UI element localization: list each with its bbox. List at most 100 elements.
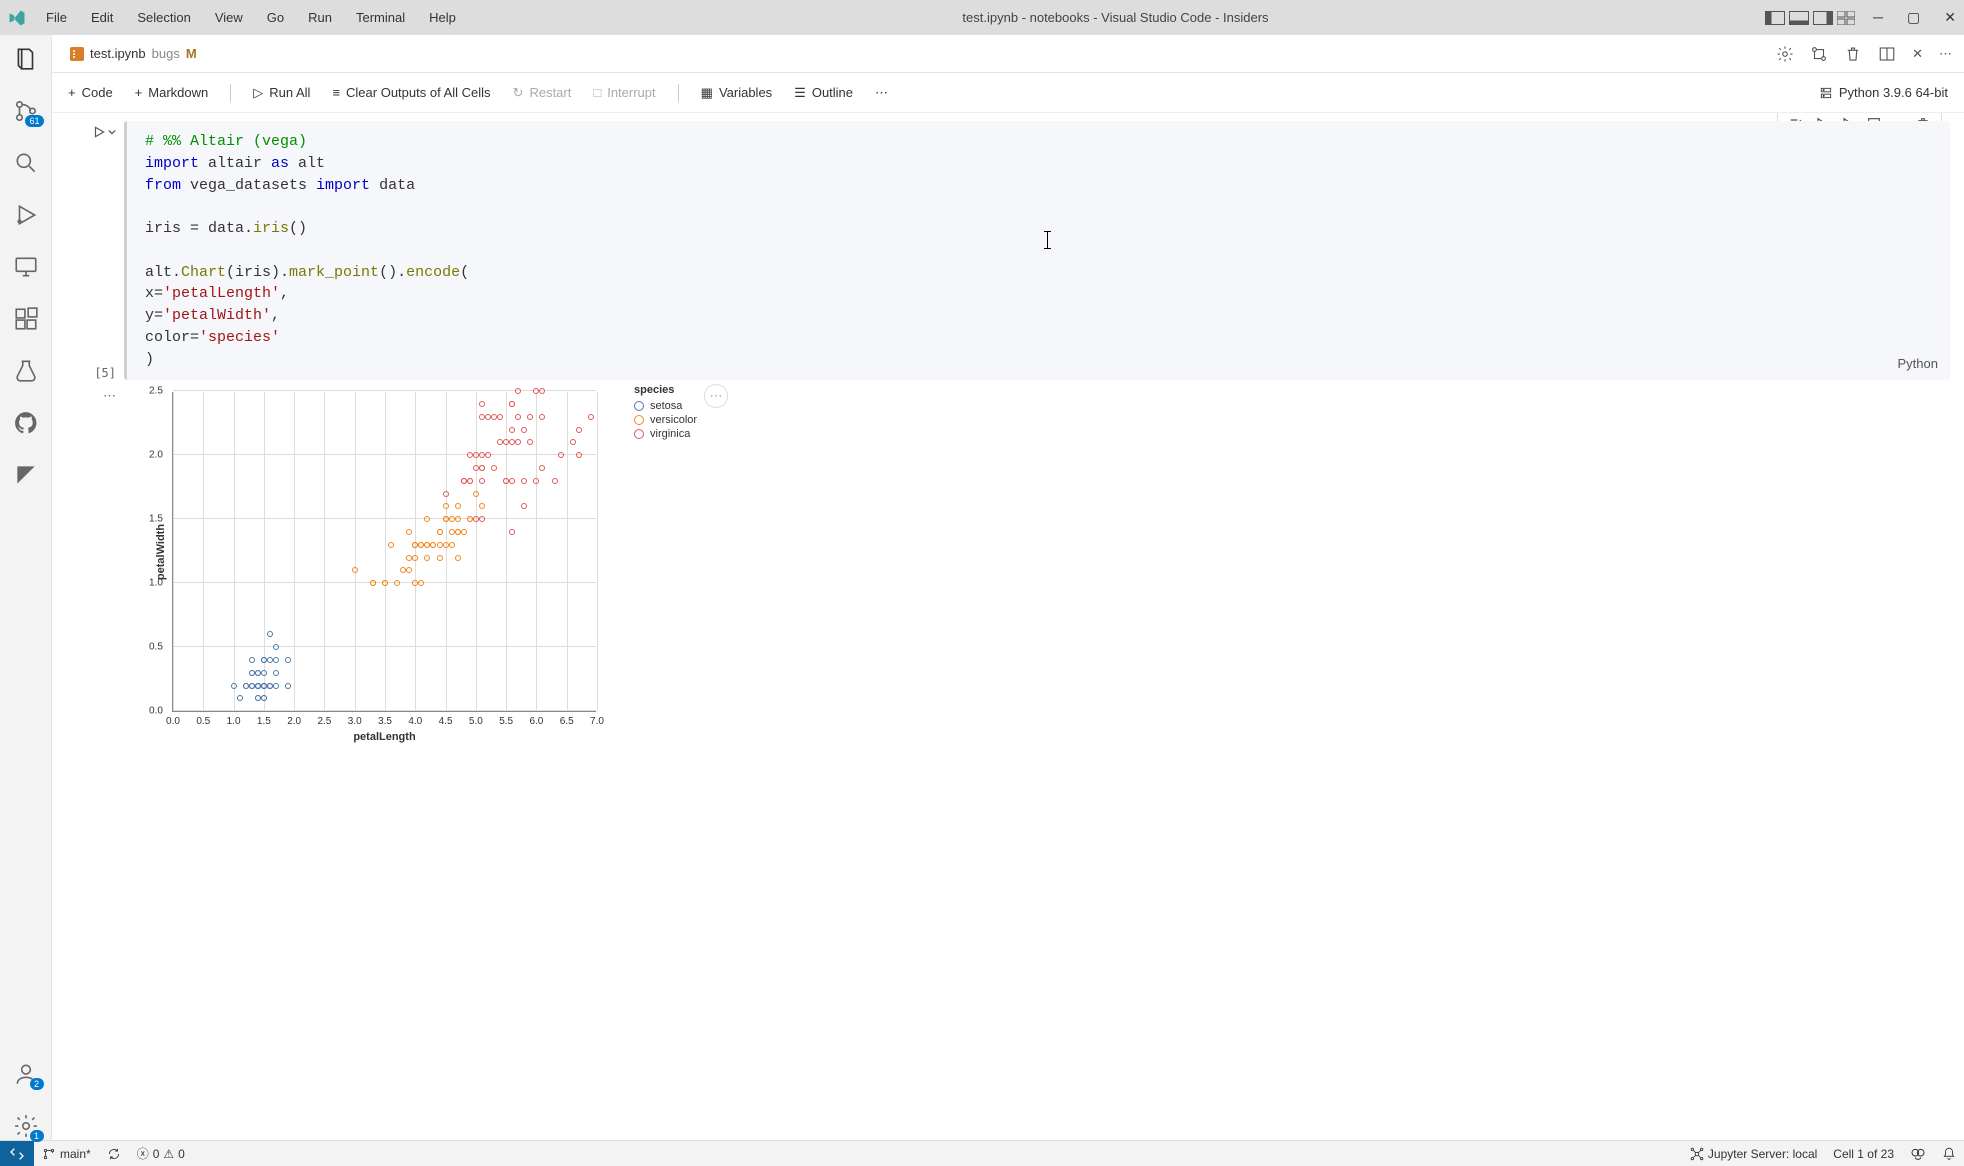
- settings-icon[interactable]: 1: [12, 1112, 40, 1140]
- error-icon: ⓧ: [137, 1145, 149, 1162]
- extensions-icon[interactable]: [12, 305, 40, 333]
- clear-outputs-button[interactable]: ≡Clear Outputs of All Cells: [332, 85, 490, 100]
- legend-item-versicolor: versicolor: [634, 414, 697, 426]
- run-cell-button[interactable]: [92, 125, 116, 139]
- more-tab-actions-icon[interactable]: ⋯: [1939, 46, 1952, 62]
- add-markdown-button[interactable]: +Markdown: [135, 85, 209, 100]
- warning-icon: ⚠: [163, 1147, 174, 1161]
- output-menu-icon[interactable]: ⋯: [103, 388, 116, 754]
- close-button[interactable]: ✕: [1944, 9, 1956, 26]
- accounts-icon[interactable]: 2: [12, 1060, 40, 1088]
- run-all-icon: ▷: [253, 85, 263, 101]
- window-title: test.ipynb - notebooks - Visual Studio C…: [466, 10, 1765, 25]
- clear-icon: ≡: [332, 85, 340, 100]
- outline-button[interactable]: ☰Outline: [794, 85, 853, 101]
- feedback-icon[interactable]: [1902, 1146, 1934, 1162]
- notebook-body[interactable]: ⋯ [5] # %% Altair (vega)import altair as…: [52, 113, 1964, 1140]
- menu-help[interactable]: Help: [419, 6, 466, 29]
- trash-icon[interactable]: [1844, 45, 1862, 63]
- remote-explorer-icon[interactable]: [12, 253, 40, 281]
- split-editor-icon[interactable]: [1878, 45, 1896, 63]
- code-editor[interactable]: # %% Altair (vega)import altair as altfr…: [124, 121, 1950, 380]
- variables-icon: ▦: [701, 85, 713, 101]
- cell-output: ⋯ petalLength petalWidth 0.00.51.01.52.0…: [66, 384, 1950, 754]
- plus-icon: +: [68, 85, 76, 100]
- activity-bar: 61 2 1: [0, 35, 52, 1140]
- tab-test-ipynb[interactable]: test.ipynb bugs M: [64, 46, 203, 61]
- legend-item-setosa: setosa: [634, 400, 697, 412]
- menu-run[interactable]: Run: [298, 6, 342, 29]
- notebook-file-icon: [70, 47, 84, 61]
- restart-icon: ↻: [513, 85, 524, 101]
- vscode-insiders-icon: [8, 9, 26, 27]
- github-icon[interactable]: [12, 409, 40, 437]
- cell-position-indicator[interactable]: Cell 1 of 23: [1825, 1146, 1902, 1162]
- run-all-button[interactable]: ▷Run All: [253, 85, 310, 101]
- separator: [678, 84, 679, 102]
- chart-output: petalLength petalWidth 0.00.51.01.52.02.…: [124, 384, 697, 754]
- menu-bar: File Edit Selection View Go Run Terminal…: [36, 6, 466, 29]
- layout-right-icon[interactable]: [1813, 11, 1833, 25]
- layout-bottom-icon[interactable]: [1789, 11, 1809, 25]
- restart-button[interactable]: ↻Restart: [513, 85, 572, 101]
- legend-item-virginica: virginica: [634, 428, 697, 440]
- diff-icon[interactable]: [1810, 45, 1828, 63]
- tab-filename: test.ipynb: [90, 46, 146, 61]
- scm-badge: 61: [25, 115, 43, 127]
- tab-modified-indicator: M: [186, 46, 197, 61]
- status-bar: main* ⓧ0 ⚠0 Jupyter Server: local Cell 1…: [0, 1140, 1964, 1166]
- text-cursor: [1047, 231, 1048, 249]
- notifications-icon[interactable]: [1934, 1146, 1964, 1162]
- tab-folder: bugs: [152, 46, 180, 61]
- scatter-plot: petalLength petalWidth 0.00.51.01.52.02.…: [172, 392, 596, 712]
- interrupt-button[interactable]: □Interrupt: [593, 85, 655, 100]
- settings-badge: 1: [30, 1130, 44, 1142]
- menu-file[interactable]: File: [36, 6, 77, 29]
- variables-button[interactable]: ▦Variables: [701, 85, 773, 101]
- problems-indicator[interactable]: ⓧ0 ⚠0: [129, 1145, 193, 1162]
- remote-indicator[interactable]: [0, 1141, 34, 1166]
- editor-area: test.ipynb bugs M ✕ ⋯ +Code +Markdown ▷R…: [52, 35, 1964, 1140]
- execution-count: [5]: [94, 366, 116, 380]
- source-control-icon[interactable]: 61: [12, 97, 40, 125]
- cell-language-label[interactable]: Python: [1898, 355, 1938, 374]
- window-controls: ─ ▢ ✕: [1765, 9, 1956, 26]
- code-cell[interactable]: ⋯ [5] # %% Altair (vega)import altair as…: [66, 121, 1950, 380]
- chart-legend: species setosa versicolor virginica: [634, 384, 697, 754]
- plus-icon: +: [135, 85, 143, 100]
- maximize-button[interactable]: ▢: [1907, 9, 1920, 26]
- notebook-toolbar: +Code +Markdown ▷Run All ≡Clear Outputs …: [52, 73, 1964, 113]
- menu-go[interactable]: Go: [257, 6, 294, 29]
- x-axis-label: petalLength: [353, 731, 415, 743]
- configure-icon[interactable]: [1776, 45, 1794, 63]
- outline-icon: ☰: [794, 85, 806, 101]
- kernel-selector[interactable]: Python 3.9.6 64-bit: [1819, 85, 1948, 100]
- sync-indicator[interactable]: [99, 1147, 129, 1161]
- server-icon: [1819, 86, 1833, 100]
- minimize-button[interactable]: ─: [1873, 9, 1883, 26]
- more-toolbar-icon[interactable]: ⋯: [875, 85, 888, 101]
- y-axis-label: petalWidth: [155, 524, 167, 580]
- chart-options-icon[interactable]: ⋯: [704, 384, 728, 408]
- separator: [230, 84, 231, 102]
- layout-left-icon[interactable]: [1765, 11, 1785, 25]
- explorer-icon[interactable]: [12, 45, 40, 73]
- bookmark-icon[interactable]: [12, 461, 40, 489]
- editor-tabs: test.ipynb bugs M ✕ ⋯: [52, 35, 1964, 73]
- menu-selection[interactable]: Selection: [127, 6, 200, 29]
- layout-customize-icon[interactable]: [1837, 11, 1857, 25]
- menu-terminal[interactable]: Terminal: [346, 6, 415, 29]
- close-tab-icon[interactable]: ✕: [1912, 46, 1923, 62]
- accounts-badge: 2: [30, 1078, 44, 1090]
- jupyter-server-indicator[interactable]: Jupyter Server: local: [1682, 1146, 1825, 1162]
- search-icon[interactable]: [12, 149, 40, 177]
- stop-icon: □: [593, 85, 601, 100]
- title-bar: File Edit Selection View Go Run Terminal…: [0, 0, 1964, 35]
- run-debug-icon[interactable]: [12, 201, 40, 229]
- testing-icon[interactable]: [12, 357, 40, 385]
- menu-edit[interactable]: Edit: [81, 6, 123, 29]
- branch-indicator[interactable]: main*: [34, 1147, 99, 1161]
- add-code-button[interactable]: +Code: [68, 85, 113, 100]
- legend-title: species: [634, 384, 697, 396]
- menu-view[interactable]: View: [205, 6, 253, 29]
